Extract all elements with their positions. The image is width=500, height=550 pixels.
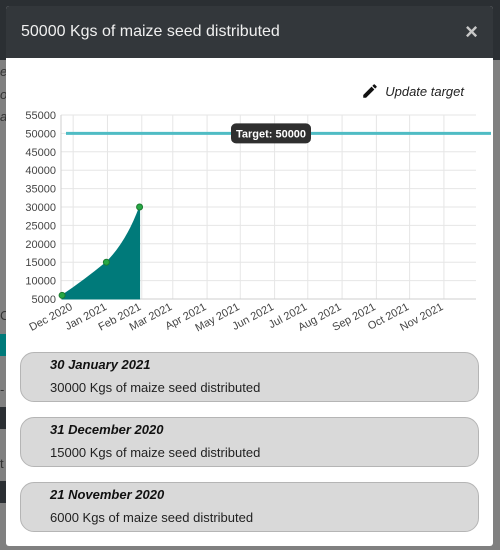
y-tick-label: 55000 [25,110,56,122]
y-tick-label: 45000 [25,147,56,159]
event-date: 31 December 2020 [50,422,164,437]
target-label: Target: 50000 [236,128,306,140]
target-modal: 50000 Kgs of maize seed distributed × Up… [6,6,493,546]
y-tick-label: 50000 [25,128,56,140]
data-point [136,203,144,211]
y-tick-label: 15000 [25,257,56,269]
background-text: t [0,456,4,471]
data-point [102,258,110,266]
event-text: 6000 Kgs of maize seed distributed [50,510,254,525]
progress-chart: 55000 50000 45000 40000 35000 30000 25000 20000… [25,110,491,334]
modal-title: 50000 Kgs of maize seed distributed [21,23,280,40]
update-target-label: Update target [385,83,464,99]
event-card: 31 December 2020 15000 Kgs of maize seed… [20,417,479,467]
modal-header: 50000 Kgs of maize seed distributed × [6,6,493,58]
event-card: 21 November 2020 6000 Kgs of maize seed … [20,482,479,532]
background-text: - [0,382,5,397]
event-card: 30 January 2021 30000 Kgs of maize seed … [20,352,479,402]
y-tick-label: 30000 [25,202,56,214]
y-tick-label: 35000 [25,184,56,196]
event-date: 30 January 2021 [50,357,151,372]
event-date: 21 November 2020 [50,487,165,502]
event-text: 30000 Kgs of maize seed distributed [50,380,261,395]
series-area [61,206,141,300]
pencil-icon [363,84,377,98]
event-text: 15000 Kgs of maize seed distributed [50,445,261,460]
event-list: 30 January 2021 30000 Kgs of maize seed … [20,352,479,546]
data-point [58,291,66,299]
close-icon[interactable]: × [465,21,478,43]
y-tick-label: 5000 [32,294,56,306]
update-target-button[interactable]: Update target [361,82,464,100]
y-tick-label: 10000 [25,276,56,288]
y-tick-label: 20000 [25,239,56,251]
y-tick-label: 40000 [25,165,56,177]
y-tick-label: 25000 [25,220,56,232]
